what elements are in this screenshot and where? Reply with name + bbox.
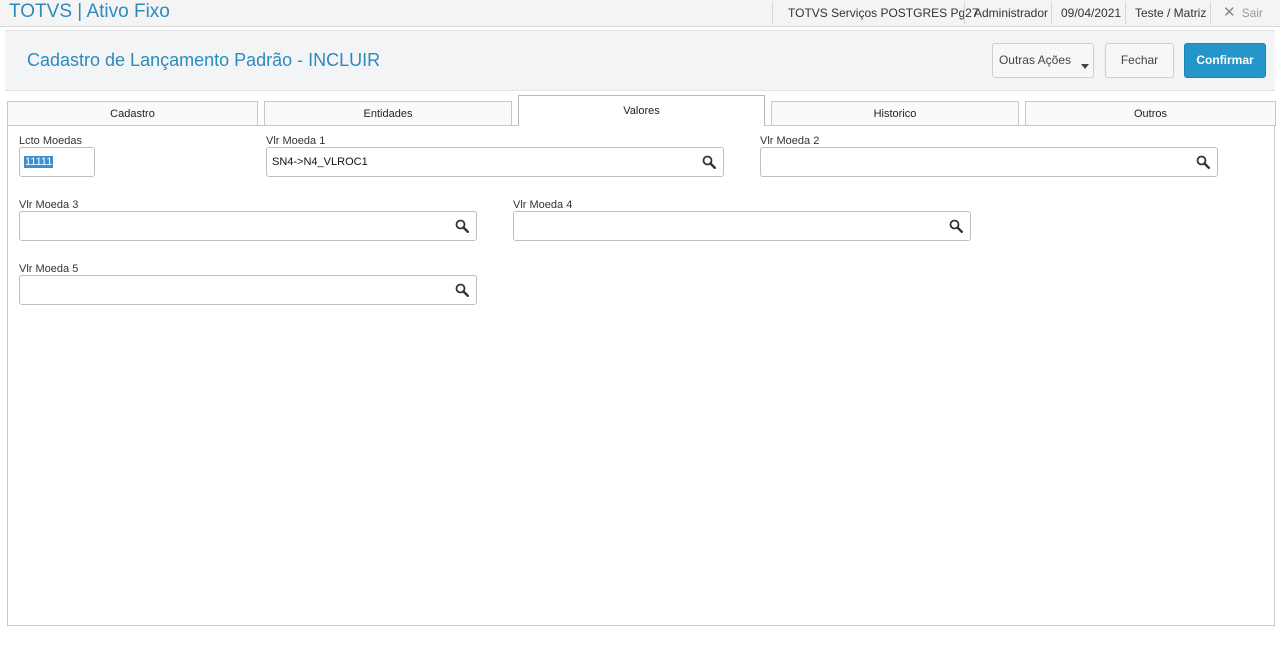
- more-actions-label: Outras Ações: [998, 53, 1072, 67]
- page-header: Cadastro de Lançamento Padrão - INCLUIR …: [5, 30, 1275, 91]
- vlr-moeda-1-label: Vlr Moeda 1: [266, 135, 326, 147]
- exit-label: Sair: [1241, 6, 1263, 20]
- divider: [1051, 2, 1052, 24]
- app-title: TOTVS | Ativo Fixo: [9, 1, 170, 22]
- exit-button[interactable]: ✕ Sair: [1223, 0, 1263, 26]
- close-icon: ✕: [1223, 4, 1236, 21]
- vlr-moeda-2-label: Vlr Moeda 2: [760, 135, 820, 147]
- search-icon[interactable]: [702, 155, 716, 169]
- confirm-button[interactable]: Confirmar: [1184, 43, 1266, 78]
- vlr-moeda-3-input[interactable]: [19, 211, 477, 241]
- environment-label[interactable]: TOTVS Serviços POSTGRES Pg27: [788, 0, 979, 26]
- search-icon[interactable]: [949, 219, 963, 233]
- branch-label[interactable]: Teste / Matriz: [1135, 0, 1206, 26]
- tab-cadastro[interactable]: Cadastro: [7, 101, 258, 126]
- tab-historico[interactable]: Historico: [771, 101, 1019, 126]
- vlr-moeda-5-label: Vlr Moeda 5: [19, 263, 79, 275]
- user-label[interactable]: Administrador: [974, 0, 1048, 26]
- search-icon[interactable]: [455, 219, 469, 233]
- tab-outros[interactable]: Outros: [1025, 101, 1276, 126]
- date-label[interactable]: 09/04/2021: [1061, 0, 1121, 26]
- vlr-moeda-4-input[interactable]: [513, 211, 971, 241]
- vlr-moeda-2-input[interactable]: [760, 147, 1218, 177]
- caret-down-icon: [1081, 64, 1089, 69]
- vlr-moeda-4-label: Vlr Moeda 4: [513, 199, 573, 211]
- search-icon[interactable]: [1196, 155, 1210, 169]
- tab-valores[interactable]: Valores: [518, 95, 765, 126]
- more-actions-button[interactable]: Outras Ações: [992, 43, 1094, 78]
- top-bar: TOTVS | Ativo Fixo TOTVS Serviços POSTGR…: [0, 0, 1280, 27]
- page-title: Cadastro de Lançamento Padrão - INCLUIR: [27, 50, 381, 70]
- lcto-moedas-label: Lcto Moedas: [19, 135, 82, 147]
- vlr-moeda-3-label: Vlr Moeda 3: [19, 199, 79, 211]
- divider: [1125, 2, 1126, 24]
- tab-content-panel: Lcto Moedas 11111 Vlr Moeda 1 SN4->N4_VL…: [7, 125, 1275, 626]
- vlr-moeda-1-input[interactable]: SN4->N4_VLROC1: [266, 147, 724, 177]
- tab-entidades[interactable]: Entidades: [264, 101, 512, 126]
- lcto-moedas-value: 11111: [24, 156, 54, 168]
- divider: [772, 2, 773, 24]
- divider: [1210, 2, 1211, 24]
- lcto-moedas-input[interactable]: 11111: [19, 147, 95, 177]
- close-button[interactable]: Fechar: [1105, 43, 1174, 78]
- divider: [964, 2, 965, 24]
- vlr-moeda-5-input[interactable]: [19, 275, 477, 305]
- vlr-moeda-1-value: SN4->N4_VLROC1: [272, 156, 368, 168]
- search-icon[interactable]: [455, 283, 469, 297]
